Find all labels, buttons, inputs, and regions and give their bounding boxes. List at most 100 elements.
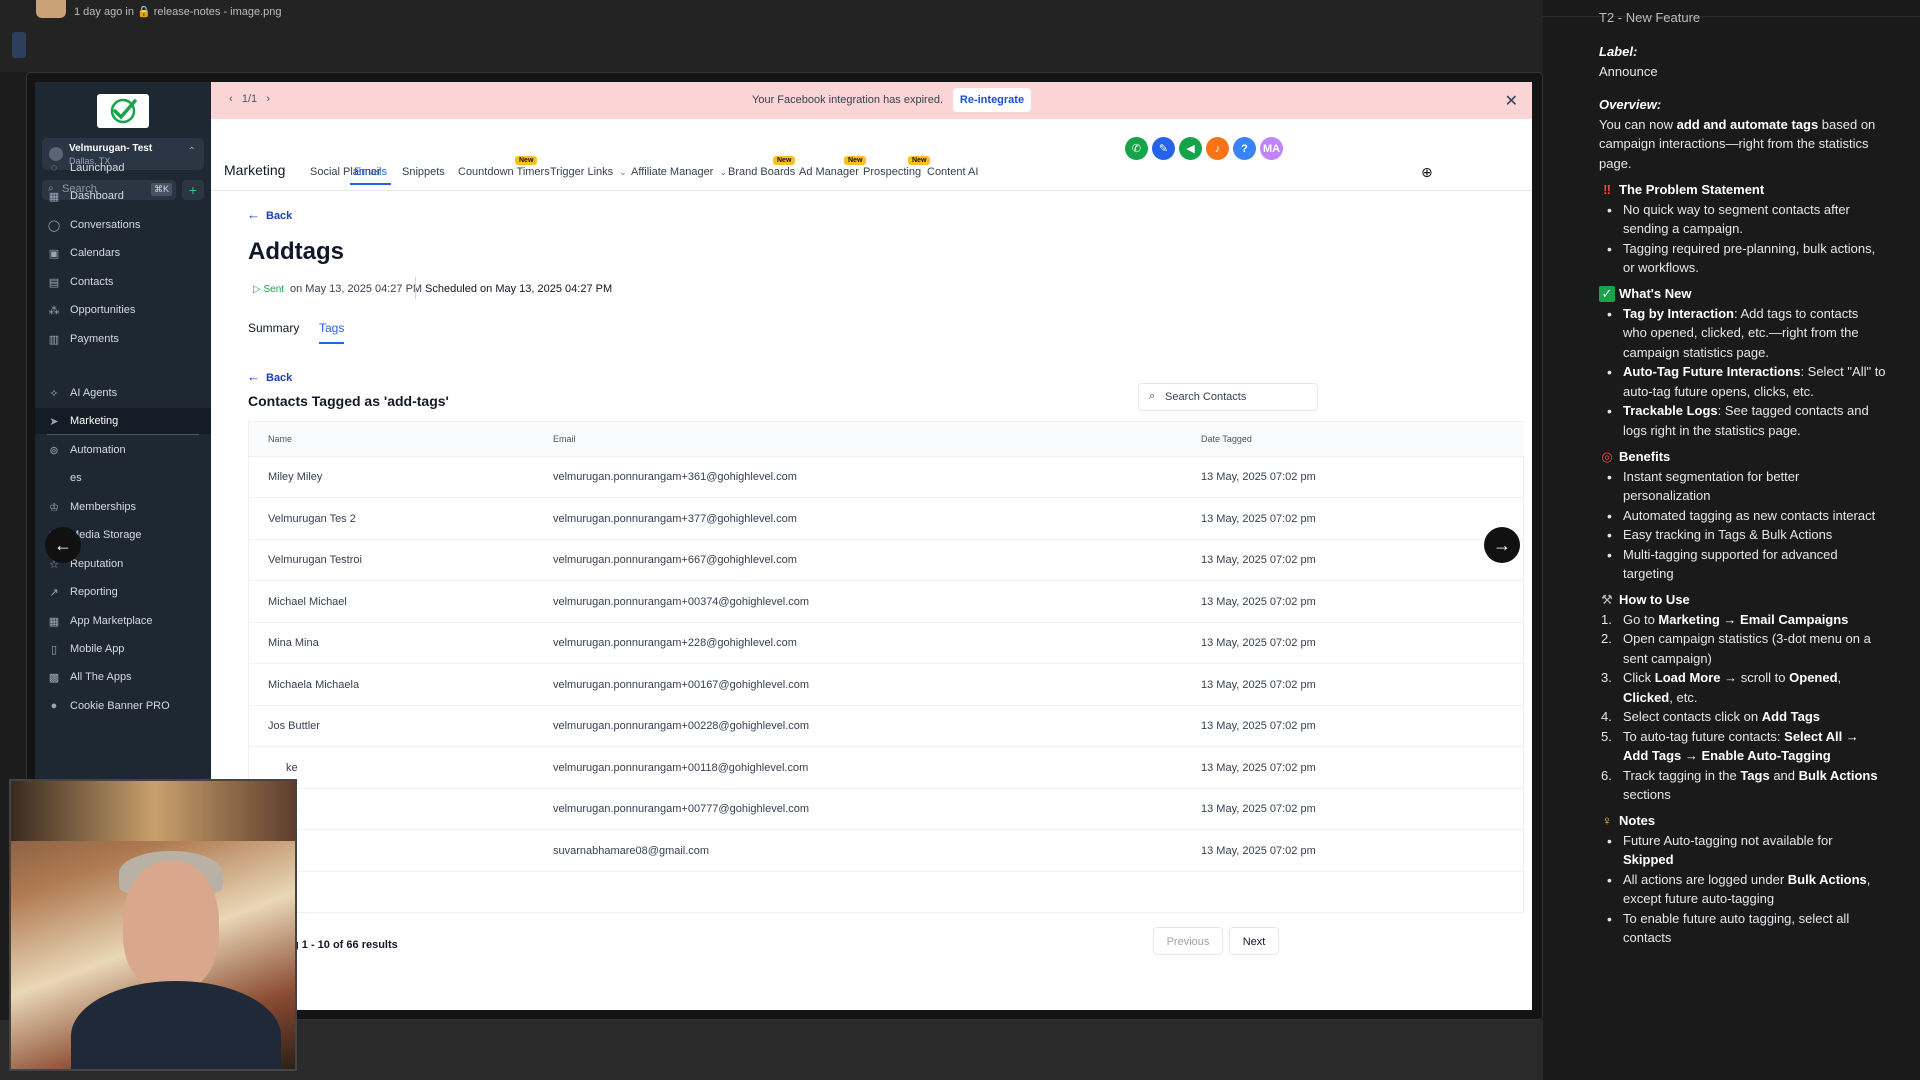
close-icon[interactable]: ✕: [1505, 91, 1518, 111]
sidebar-item-automation[interactable]: ⊚ Automation: [35, 437, 211, 463]
problem-2a: Tagging required pre-planning, bulk acti…: [1623, 241, 1876, 256]
zoom-in-icon[interactable]: ⊕: [1421, 164, 1433, 181]
reintegrate-button[interactable]: Re-integrate: [953, 88, 1031, 112]
table-row[interactable]: Miley Miley velmurugan.ponnurangam+361@go…: [249, 457, 1525, 498]
sidebar-item-payments[interactable]: ▥ Payments: [35, 326, 211, 352]
help-icon[interactable]: ?: [1233, 137, 1256, 160]
table-row[interactable]: Mina Mina velmurugan.ponnurangam+228@gohi…: [249, 623, 1525, 664]
column-header-name[interactable]: Name: [268, 434, 292, 444]
tab-affiliate-manager[interactable]: Affiliate Manager ⌄: [631, 166, 727, 178]
carousel-prev-button[interactable]: ←: [45, 527, 81, 563]
table-row[interactable]: ke velmurugan.ponnurangam+00118@gohighlev…: [249, 748, 1525, 789]
sidebar-item-all-the-apps[interactable]: ▩ All The Apps: [35, 664, 211, 690]
table-row[interactable]: Velmurugan Testroi velmurugan.ponnurangam…: [249, 540, 1525, 581]
tab-snippets[interactable]: Snippets: [402, 166, 445, 178]
new-badge: New: [844, 156, 867, 165]
next-button[interactable]: Next: [1229, 927, 1279, 955]
dashboard-icon: ▦: [48, 190, 60, 203]
tab-ad-manager[interactable]: Ad Manager: [799, 166, 859, 178]
tab-trigger-links[interactable]: Trigger Links ⌄: [550, 166, 627, 178]
tab-brand-boards[interactable]: Brand Boards: [728, 166, 795, 178]
column-header-date[interactable]: Date Tagged: [1201, 434, 1252, 444]
tab-label: Snippets: [402, 166, 445, 178]
text: based on: [1818, 117, 1876, 132]
chevron-left-icon[interactable]: ‹: [229, 93, 233, 105]
reporting-icon: ↗: [49, 586, 59, 599]
sidebar-item-launchpad[interactable]: ◌ Launchpad: [35, 155, 211, 181]
table-row[interactable]: kevelmurugan.ponnurangam+00777@gohighlev…: [249, 789, 1525, 830]
tab-summary[interactable]: Summary: [248, 321, 299, 335]
step-number: 2.: [1601, 631, 1612, 646]
text: Select contacts click on: [1623, 709, 1762, 724]
heading-text: The Problem Statement: [1619, 182, 1765, 197]
sidebar-item-label: Contacts: [70, 276, 114, 288]
phone-icon[interactable]: ✆: [1125, 137, 1148, 160]
column-header-email[interactable]: Email: [553, 434, 576, 444]
table-row[interactable]: Michaela Michaela velmurugan.ponnurangam+…: [249, 665, 1525, 706]
tab-countdown-timers[interactable]: Countdown Timers: [458, 166, 550, 178]
cell-date: 13 May, 2025 07:02 pm: [1201, 554, 1316, 566]
sidebar-item-opportunities[interactable]: ⁂ Opportunities: [35, 297, 211, 323]
pen-icon[interactable]: ✎: [1152, 137, 1175, 160]
sidebar-item-conversations[interactable]: ◯ Conversations: [35, 212, 211, 238]
tab-prospecting[interactable]: Prospecting: [863, 166, 921, 178]
sidebar-item-label: Media Storage: [70, 529, 142, 541]
sidebar-item-label: Payments: [70, 333, 119, 345]
cell-email: velmurugan.ponnurangam+667@gohighlevel.c…: [553, 554, 797, 566]
sidebar-item-app-marketplace[interactable]: ▦ App Marketplace: [35, 608, 211, 634]
table-row[interactable]: Velmurugan Tes 2 velmurugan.ponnurangam+3…: [249, 499, 1525, 540]
sidebar-item-contacts[interactable]: ▤ Contacts: [35, 269, 211, 295]
overview-line-2: campaign interactions—right from the sta…: [1599, 136, 1869, 151]
sidebar-item-es[interactable]: es: [35, 465, 211, 491]
window-top-strip: 1 day ago in 🔒 release-notes - image.png: [0, 0, 1543, 72]
webcam-overlay: [9, 779, 297, 1071]
table-row[interactable]: asuvarnabhamare08@gmail.com13 May, 2025 …: [249, 831, 1525, 872]
app-logo[interactable]: [97, 94, 149, 128]
contacts-table: Name Email Date Tagged Miley Miley velmur…: [248, 421, 1525, 913]
side-tab[interactable]: [12, 32, 26, 58]
bullet-icon: •: [1607, 872, 1612, 888]
tab-tags[interactable]: Tags: [319, 321, 345, 344]
bell-icon[interactable]: ♪: [1206, 137, 1229, 160]
sidebar-item-cookie-banner-pro[interactable]: ● Cookie Banner PRO: [35, 693, 211, 719]
megaphone-icon[interactable]: ◀: [1179, 137, 1202, 160]
check-icon: ✓: [1599, 286, 1615, 302]
text-bold: Marketing → Email Campaigns: [1658, 612, 1849, 627]
chevron-right-icon[interactable]: ›: [266, 93, 270, 105]
how-to-2b: sent campaign): [1623, 651, 1712, 666]
sidebar-item-memberships[interactable]: ♔ Memberships: [35, 494, 211, 520]
text: You can now: [1599, 117, 1677, 132]
text-bold: Add Tags: [1761, 709, 1820, 724]
back-link-secondary[interactable]: ← Back: [247, 369, 292, 384]
sidebar-item-label: All The Apps: [70, 671, 132, 683]
sidebar-item-label: Dashboard: [70, 190, 124, 202]
whats-new-1: Tag by Interaction: Add tags to contacts: [1623, 306, 1858, 321]
tab-emails[interactable]: Emails: [349, 166, 392, 185]
sidebar-item-label: Mobile App: [70, 643, 125, 655]
text-bold: Bulk Actions: [1787, 872, 1867, 887]
sidebar-item-marketing[interactable]: ➤ Marketing: [35, 408, 211, 434]
table-row[interactable]: Michael Michael velmurugan.ponnurangam+00…: [249, 582, 1525, 623]
text-bold: Clicked: [1623, 690, 1670, 705]
note-1a: Future Auto-tagging not available for: [1623, 833, 1833, 848]
search-contacts-input[interactable]: ⌕ Search Contacts: [1138, 383, 1318, 411]
sidebar-item-mobile-app[interactable]: ▯ Mobile App: [35, 636, 211, 662]
overview-key: Overview:: [1599, 97, 1662, 112]
sidebar-item-ai-agents[interactable]: ✧ AI Agents: [35, 380, 211, 406]
text-bold: Tag by Interaction: [1623, 306, 1734, 321]
bullet-icon: •: [1607, 911, 1612, 927]
carousel-next-button[interactable]: →: [1484, 527, 1520, 563]
sidebar-item-calendars[interactable]: ▣ Calendars: [35, 240, 211, 266]
user-avatar[interactable]: MA: [1260, 137, 1283, 160]
exclamation-icon: ‼: [1603, 182, 1611, 197]
sidebar-item-reporting[interactable]: ↗ Reporting: [35, 579, 211, 605]
results-count: g 1 - 10 of 66 results: [292, 939, 398, 951]
table-row[interactable]: Jos Buttler velmurugan.ponnurangam+00228@…: [249, 706, 1525, 747]
tab-content-ai[interactable]: Content AI: [927, 166, 978, 178]
cell-email: velmurugan.ponnurangam+361@gohighlevel.c…: [553, 471, 797, 483]
previous-button[interactable]: Previous: [1153, 927, 1223, 955]
ai-agents-icon: ✧: [49, 387, 59, 400]
sidebar-item-dashboard[interactable]: ▦ Dashboard: [35, 183, 211, 209]
back-link[interactable]: ← Back: [247, 207, 292, 222]
text: Go to: [1623, 612, 1659, 627]
